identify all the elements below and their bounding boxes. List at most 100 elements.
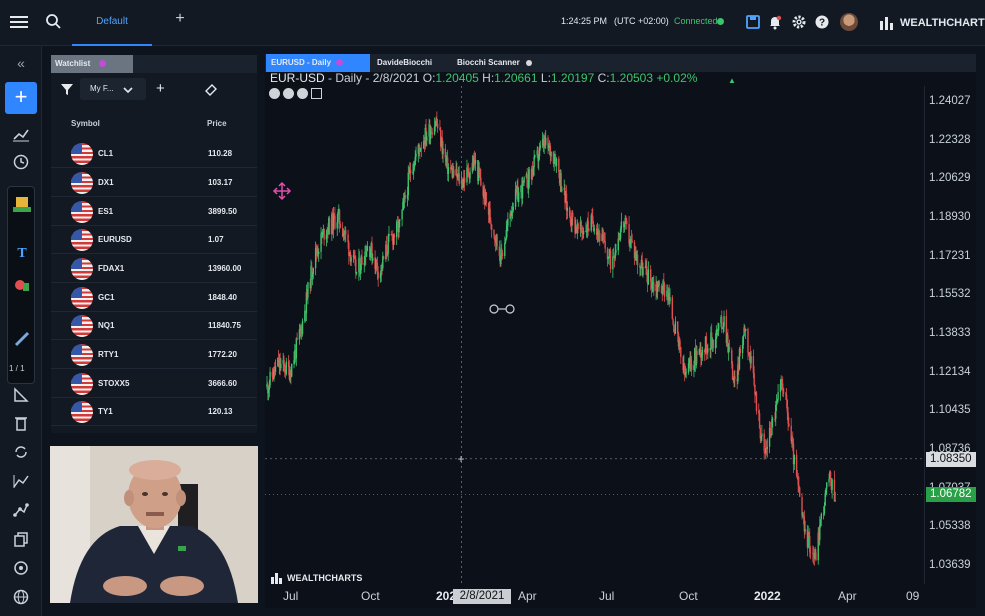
candle-body (442, 148, 444, 155)
node-icon[interactable] (11, 501, 31, 519)
bell-icon[interactable] (766, 13, 784, 31)
help-icon[interactable]: ? (813, 13, 831, 31)
graph-icon[interactable] (11, 472, 31, 490)
crosshair-price-label: 1.08350 (926, 452, 976, 467)
watchlist-tab[interactable]: Watchlist (51, 55, 133, 73)
row-price: 1772.20 (208, 350, 237, 359)
candle-body (301, 320, 304, 334)
column-header-price[interactable]: Price (207, 119, 227, 128)
legend-symbol: EUR-USD (270, 71, 325, 85)
table-row[interactable]: FDAX1 13960.00 (51, 255, 257, 283)
table-row[interactable]: STOXX5 3666.60 (51, 370, 257, 398)
line-chart-icon[interactable] (11, 125, 31, 143)
candle-body (404, 194, 406, 199)
tab-davidebiocchi[interactable]: DavideBiocchi (372, 54, 450, 72)
tab-default[interactable]: Default (72, 0, 152, 46)
sync-icon[interactable] (11, 443, 31, 461)
candle-body (431, 132, 433, 135)
drawing-tools-icons[interactable]: T (8, 187, 36, 385)
candle-body (401, 209, 403, 220)
candle-body (734, 376, 736, 380)
row-symbol: ES1 (98, 207, 114, 216)
candle-body (604, 240, 606, 249)
candle-body (291, 363, 293, 377)
tab-eurusd-daily[interactable]: EURUSD - Daily (266, 54, 370, 72)
collapse-panel-button[interactable]: « (10, 55, 32, 73)
candle-body (453, 169, 455, 176)
add-study-icon[interactable] (311, 88, 322, 99)
row-price: 110.28 (208, 149, 233, 158)
add-tab-button[interactable]: + (170, 10, 190, 34)
trash-icon[interactable] (11, 414, 31, 432)
chevron-down-icon[interactable] (122, 83, 134, 95)
globe-icon[interactable] (11, 588, 31, 606)
table-row[interactable]: CL1 110.28 (51, 140, 257, 168)
search-icon[interactable] (44, 12, 64, 32)
triangle-ruler-icon[interactable] (11, 386, 31, 404)
candle-body (447, 167, 450, 175)
menu-icon[interactable] (10, 13, 28, 31)
candle-body (766, 446, 768, 449)
watchlist-add-button[interactable]: + (156, 80, 170, 98)
watchlist-select[interactable]: My F... (80, 78, 146, 100)
watchlist-tab-dot-icon (99, 60, 106, 67)
candle-body (642, 267, 644, 276)
table-row[interactable]: DX1 103.17 (51, 169, 257, 197)
candle-body (615, 250, 617, 253)
candle-body (658, 281, 660, 286)
candle-body (750, 356, 752, 364)
save-icon[interactable] (744, 13, 762, 31)
copy-icon[interactable] (11, 530, 31, 548)
table-row[interactable]: GC1 1848.40 (51, 284, 257, 312)
clock-icon[interactable] (11, 153, 31, 171)
eraser-icon[interactable] (204, 82, 218, 96)
us-flag-icon (71, 258, 93, 280)
row-symbol: CL1 (98, 149, 114, 158)
drawing-tools-strip[interactable]: T (7, 186, 35, 384)
candle-body (355, 272, 358, 274)
brand-name: WEALTHCHARTS (900, 17, 985, 29)
table-row[interactable]: ES1 3899.50 (51, 198, 257, 226)
candle-body (656, 286, 659, 292)
eye-icon[interactable] (269, 88, 280, 99)
candle-body (679, 340, 681, 347)
filter-icon[interactable] (60, 82, 74, 96)
table-row[interactable]: NQ1 11840.75 (51, 312, 257, 340)
chart-study-icons[interactable] (269, 88, 322, 102)
chart-canvas[interactable]: + (265, 72, 976, 608)
candle-body (771, 418, 774, 420)
table-row[interactable]: EURUSD 1.07 (51, 226, 257, 254)
candle-body (677, 321, 679, 334)
clock-time: 1:24:25 PM (561, 16, 608, 26)
drag-handle-icon[interactable] (488, 302, 516, 314)
target-icon[interactable] (11, 559, 31, 577)
column-header-symbol[interactable]: Symbol (71, 119, 100, 128)
candle-body (426, 136, 428, 141)
avatar[interactable] (840, 13, 858, 31)
candle-body (793, 454, 795, 465)
candle-body (469, 171, 471, 179)
row-symbol: NQ1 (98, 321, 115, 330)
candle-body (534, 155, 536, 157)
row-price: 1848.40 (208, 293, 237, 302)
candle-body (785, 394, 788, 401)
us-flag-icon (71, 229, 93, 251)
table-row[interactable]: TY1 120.13 (51, 398, 257, 426)
close-icon[interactable] (297, 88, 308, 99)
add-button[interactable]: + (5, 82, 37, 114)
candle-body (307, 282, 309, 298)
gear-icon[interactable] (790, 13, 808, 31)
candle-body (620, 221, 623, 229)
tab-dot-icon (336, 59, 343, 66)
legend-change: +0.02% (656, 71, 698, 85)
candle-body (280, 364, 282, 369)
candle-body (701, 349, 704, 356)
settings-icon[interactable] (283, 88, 294, 99)
table-row[interactable]: RTY1 1772.20 (51, 341, 257, 369)
candle-body (744, 328, 747, 331)
up-arrow-icon: ▲ (728, 76, 736, 85)
y-tick-label: 1.20629 (929, 172, 971, 185)
candle-body (631, 240, 633, 243)
candle-body (717, 323, 720, 331)
price-chart[interactable]: + (265, 72, 976, 608)
